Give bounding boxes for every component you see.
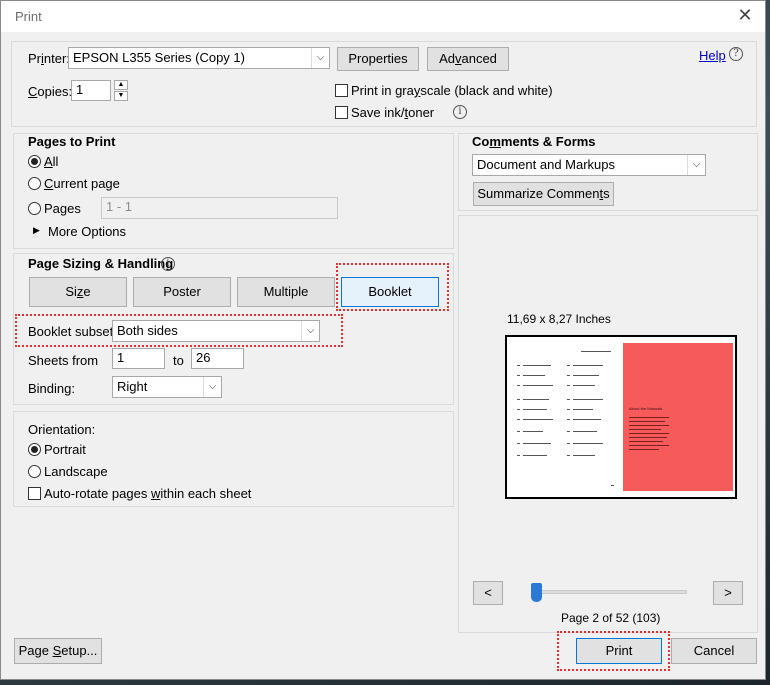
copies-stepper[interactable]: ▲ ▼ [114, 80, 128, 101]
pages-range-radio[interactable] [28, 202, 41, 215]
help-info-icon[interactable]: ? [729, 47, 743, 61]
sheets-to-field[interactable]: 26 [191, 348, 244, 369]
preview-right-heading: About the Manuals [629, 406, 663, 411]
save-ink-info-icon[interactable]: i [453, 105, 467, 119]
poster-button[interactable]: Poster [133, 277, 231, 307]
help-link[interactable]: Help [699, 48, 726, 63]
copies-field[interactable]: 1 [71, 80, 111, 101]
chevron-down-icon: ⌵ [311, 48, 329, 68]
chevron-down-icon: ⌵ [687, 155, 705, 175]
multiple-button[interactable]: Multiple [237, 277, 335, 307]
stepper-up-icon[interactable]: ▲ [114, 80, 128, 90]
comments-select-value: Document and Markups [477, 157, 616, 172]
more-options-toggle-icon[interactable]: ▶ [33, 225, 40, 236]
advanced-button[interactable]: Advanced [427, 47, 509, 71]
printer-select[interactable]: EPSON L355 Series (Copy 1) ⌵ [68, 47, 330, 69]
pages-range-label: Pages [44, 201, 81, 216]
page-sizing-title: Page Sizing & Handling [28, 256, 174, 271]
close-icon[interactable]: ✕ [735, 5, 755, 25]
sheets-from-field[interactable]: 1 [112, 348, 165, 369]
booklet-subset-highlight [15, 314, 343, 347]
sheets-from-label: Sheets from [28, 353, 99, 368]
properties-button[interactable]: Properties [337, 47, 419, 71]
page-slider-track[interactable] [531, 590, 687, 594]
booklet-highlight [336, 263, 449, 311]
save-ink-label: Save ink/toner [351, 105, 435, 120]
pages-current-radio[interactable] [28, 177, 41, 190]
preview-size-text: 11,69 x 8,27 Inches [507, 312, 611, 326]
more-options-toggle[interactable]: More Options [48, 224, 126, 239]
save-ink-checkbox[interactable] [335, 106, 348, 119]
comments-title: Comments & Forms [472, 134, 596, 149]
stepper-down-icon[interactable]: ▼ [114, 91, 128, 101]
portrait-label: Portrait [44, 442, 86, 457]
size-button[interactable]: Size [29, 277, 127, 307]
pages-all-label: All [44, 154, 59, 169]
page-slider-thumb[interactable] [531, 583, 542, 602]
binding-value: Right [117, 379, 148, 394]
window-title: Print [15, 9, 42, 24]
grayscale-label: Print in grayscale (black and white) [351, 83, 553, 98]
autorotate-checkbox[interactable] [28, 487, 41, 500]
sheets-to-label: to [173, 353, 184, 368]
preview-right-page: About the Manuals [623, 343, 733, 491]
page-setup-button[interactable]: Page Setup... [14, 638, 102, 664]
autorotate-label: Auto-rotate pages within each sheet [44, 486, 252, 501]
printer-select-value: EPSON L355 Series (Copy 1) [73, 50, 245, 65]
landscape-label: Landscape [44, 464, 108, 479]
landscape-radio[interactable] [28, 465, 41, 478]
sizing-info-icon[interactable]: i [161, 257, 175, 271]
binding-select[interactable]: Right ⌵ [112, 376, 222, 398]
pages-current-label: Current page [44, 176, 120, 191]
printer-label: Printer: [28, 51, 70, 66]
orientation-title: Orientation: [28, 422, 96, 437]
print-dialog: Print ✕ Printer: EPSON L355 Series (Copy… [0, 0, 766, 680]
binding-label: Binding: [28, 381, 75, 396]
copies-label: Copies: [28, 84, 73, 99]
pages-to-print-title: Pages to Print [28, 134, 116, 149]
summarize-comments-button[interactable]: Summarize Comments [473, 182, 614, 206]
preview-left-page [511, 343, 621, 493]
pages-range-field[interactable]: 1 - 1 [101, 197, 338, 219]
pages-all-radio[interactable] [28, 155, 41, 168]
portrait-radio[interactable] [28, 443, 41, 456]
page-indicator: Page 2 of 52 (103) [561, 611, 661, 625]
print-highlight [557, 631, 670, 671]
grayscale-checkbox[interactable] [335, 84, 348, 97]
prev-page-button[interactable]: < [473, 581, 503, 605]
cancel-button[interactable]: Cancel [671, 638, 757, 664]
chevron-down-icon: ⌵ [203, 377, 221, 397]
preview-thumbnail: About the Manuals [505, 335, 737, 499]
comments-select[interactable]: Document and Markups ⌵ [472, 154, 706, 176]
title-bar: Print ✕ [1, 1, 765, 32]
next-page-button[interactable]: > [713, 581, 743, 605]
